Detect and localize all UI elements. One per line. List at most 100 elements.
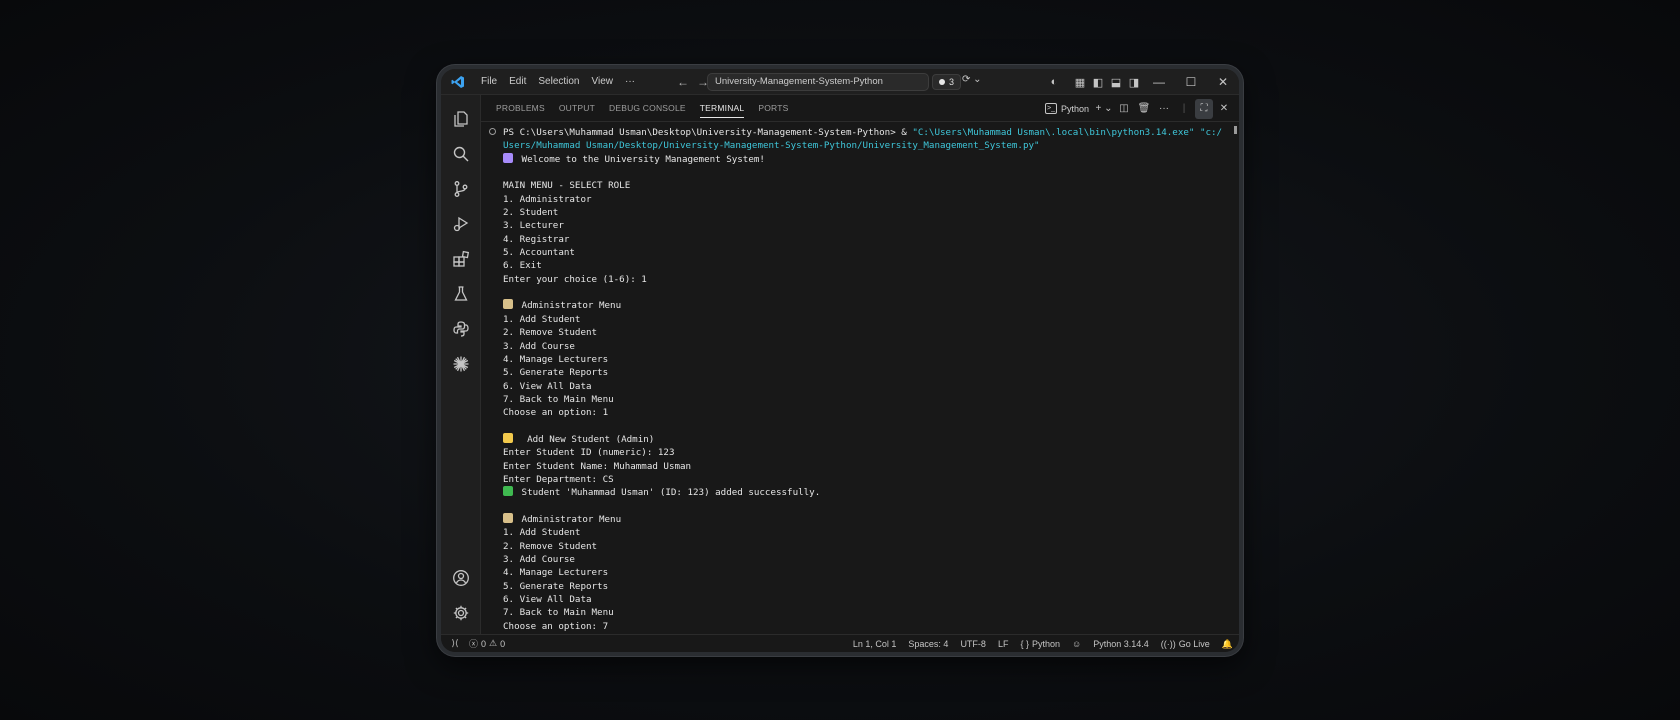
- terminal-line: 2. Remove Student: [503, 540, 1229, 553]
- close-panel-icon[interactable]: ✕: [1215, 99, 1233, 119]
- copilot-chat-icon[interactable]: ⟳ ⌄: [962, 74, 982, 85]
- vscode-logo-icon: [441, 75, 475, 89]
- terminal-line-text: Add New Student (Admin): [516, 433, 655, 445]
- toggle-sidebar-icon[interactable]: ◧: [1089, 69, 1107, 95]
- close-window-icon[interactable]: ✕: [1207, 69, 1239, 95]
- terminal-shell-selector[interactable]: >_ Python: [1041, 103, 1093, 114]
- command-center-search[interactable]: University-Management-System-Python: [707, 73, 929, 91]
- split-terminal-icon[interactable]: ◫: [1115, 99, 1133, 119]
- terminal-line: 5. Generate Reports: [503, 580, 1229, 593]
- copilot-status-icon[interactable]: ☺: [1072, 639, 1081, 649]
- command-exe-path: "C:\Users\Muhammad Usman\.local\bin\pyth…: [912, 127, 1223, 138]
- cursor-position[interactable]: Ln 1, Col 1: [853, 639, 897, 649]
- trash-icon[interactable]: 🗑: [1135, 99, 1153, 119]
- tab-output[interactable]: OUTPUT: [552, 95, 602, 122]
- command-decoration-icon[interactable]: [489, 128, 496, 135]
- problems-status[interactable]: ⓧ 0 ⚠ 0: [469, 637, 505, 650]
- language-mode[interactable]: { } Python: [1020, 639, 1060, 649]
- terminal-line: Add New Student (Admin): [503, 432, 1229, 446]
- device-frame: File Edit Selection View ··· ← → Univers…: [437, 65, 1243, 656]
- terminal-line-text: 6. View All Data: [503, 380, 592, 392]
- toggle-panel-icon[interactable]: ⬓: [1107, 69, 1125, 95]
- terminal-line: 4. Manage Lecturers: [503, 353, 1229, 366]
- terminal-line: Enter Student Name: Muhammad Usman: [503, 460, 1229, 473]
- testing-icon[interactable]: [441, 276, 481, 311]
- account-icon[interactable]: [441, 560, 481, 595]
- menu-selection[interactable]: Selection: [532, 69, 585, 95]
- menu-edit[interactable]: Edit: [503, 69, 532, 95]
- minimize-icon[interactable]: —: [1143, 69, 1175, 95]
- indentation[interactable]: Spaces: 4: [908, 639, 948, 649]
- python-interpreter[interactable]: Python 3.14.4: [1093, 639, 1149, 649]
- settings-gear-icon[interactable]: [441, 595, 481, 630]
- more-actions-icon[interactable]: ···: [1155, 99, 1173, 119]
- terminal-line: Enter your choice (1-6): 1: [503, 273, 1229, 286]
- terminal-line: Administrator Menu: [503, 299, 1229, 312]
- bell-icon[interactable]: 🔔: [1222, 639, 1233, 650]
- encoding[interactable]: UTF-8: [960, 639, 986, 649]
- warning-icon: ⚠: [489, 638, 498, 648]
- panel-toolbar: >_ Python + ⌄ ◫ 🗑 ··· | ⛶ ✕: [1041, 95, 1233, 122]
- terminal-line-text: Choose an option: 7: [503, 620, 609, 632]
- explorer-icon[interactable]: [441, 101, 481, 136]
- terminal-line: 2. Student: [503, 206, 1229, 219]
- extensions-icon[interactable]: [441, 241, 481, 276]
- claude-icon[interactable]: [441, 346, 481, 381]
- remote-indicator-icon[interactable]: ⟩⟨: [441, 638, 469, 649]
- source-control-icon[interactable]: [441, 171, 481, 206]
- dot-icon: [939, 79, 945, 85]
- menu-view[interactable]: View: [586, 69, 620, 95]
- terminal-line: 6. View All Data: [503, 380, 1229, 393]
- terminal-line-text: 3. Lecturer: [503, 220, 564, 232]
- terminal-panel: PROBLEMS OUTPUT DEBUG CONSOLE TERMINAL P…: [481, 95, 1239, 634]
- graduation-cap-icon: [503, 152, 513, 163]
- terminal-line: 2. Remove Student: [503, 326, 1229, 339]
- terminal-line: 3. Lecturer: [503, 219, 1229, 232]
- menu-file[interactable]: File: [475, 69, 503, 95]
- divider: |: [1182, 103, 1186, 114]
- student-emoji-icon: [503, 432, 513, 443]
- terminal-line-text: 5. Generate Reports: [503, 580, 609, 592]
- check-mark-icon: [503, 486, 513, 497]
- prompt-text: PS C:\Users\Muhammad Usman\Desktop\Unive…: [503, 127, 913, 138]
- go-live-button[interactable]: ((·)) Go Live: [1161, 639, 1210, 649]
- terminal-line-text: Welcome to the University Management Sys…: [516, 153, 765, 165]
- terminal-line: Choose an option: 1: [503, 406, 1229, 419]
- terminal-line-text: 6. Exit: [503, 260, 542, 272]
- end-of-line[interactable]: LF: [998, 639, 1009, 649]
- terminal-line: Administrator Menu: [503, 512, 1229, 526]
- terminal-output[interactable]: PS C:\Users\Muhammad Usman\Desktop\Unive…: [481, 122, 1239, 634]
- title-bar-controls: ◐ ▦ ◧ ⬓ ◨ — ☐ ✕: [1045, 69, 1239, 95]
- toggle-secondary-sidebar-icon[interactable]: ◨: [1125, 69, 1143, 95]
- tab-terminal[interactable]: TERMINAL: [693, 95, 752, 122]
- customize-layout-icon[interactable]: ▦: [1071, 69, 1089, 95]
- python-icon[interactable]: [441, 311, 481, 346]
- command-line: PS C:\Users\Muhammad Usman\Desktop\Unive…: [503, 126, 1229, 139]
- vscode-window: File Edit Selection View ··· ← → Univers…: [441, 69, 1239, 652]
- terminal-line: 1. Add Student: [503, 313, 1229, 326]
- terminal-line-text: 6. View All Data: [503, 594, 592, 606]
- terminal-line: 5. Generate Reports: [503, 366, 1229, 379]
- terminal-line: 1. Add Student: [503, 526, 1229, 539]
- maximize-panel-icon[interactable]: ⛶: [1195, 98, 1213, 119]
- tab-ports[interactable]: PORTS: [751, 95, 795, 122]
- terminal-line-text: 1. Administrator: [503, 193, 592, 205]
- new-terminal-icon[interactable]: + ⌄: [1095, 99, 1113, 119]
- broadcast-icon: ((·)): [1160, 639, 1176, 649]
- maximize-icon[interactable]: ☐: [1175, 69, 1207, 95]
- terminal-scrollbar[interactable]: [1234, 126, 1237, 134]
- tab-problems[interactable]: PROBLEMS: [489, 95, 552, 122]
- notification-badge[interactable]: 3: [932, 74, 962, 90]
- menu-more[interactable]: ···: [619, 69, 641, 95]
- accounts-icon[interactable]: ◐: [1045, 69, 1063, 95]
- terminal-line: 7. Back to Main Menu: [503, 393, 1229, 406]
- terminal-line-text: Student 'Muhammad Usman' (ID: 123) added…: [516, 487, 821, 499]
- run-debug-icon[interactable]: [441, 206, 481, 241]
- terminal-line: 4. Registrar: [503, 233, 1229, 246]
- tab-debug-console[interactable]: DEBUG CONSOLE: [602, 95, 693, 122]
- back-arrow-icon[interactable]: ←: [677, 75, 689, 89]
- search-icon[interactable]: [441, 136, 481, 171]
